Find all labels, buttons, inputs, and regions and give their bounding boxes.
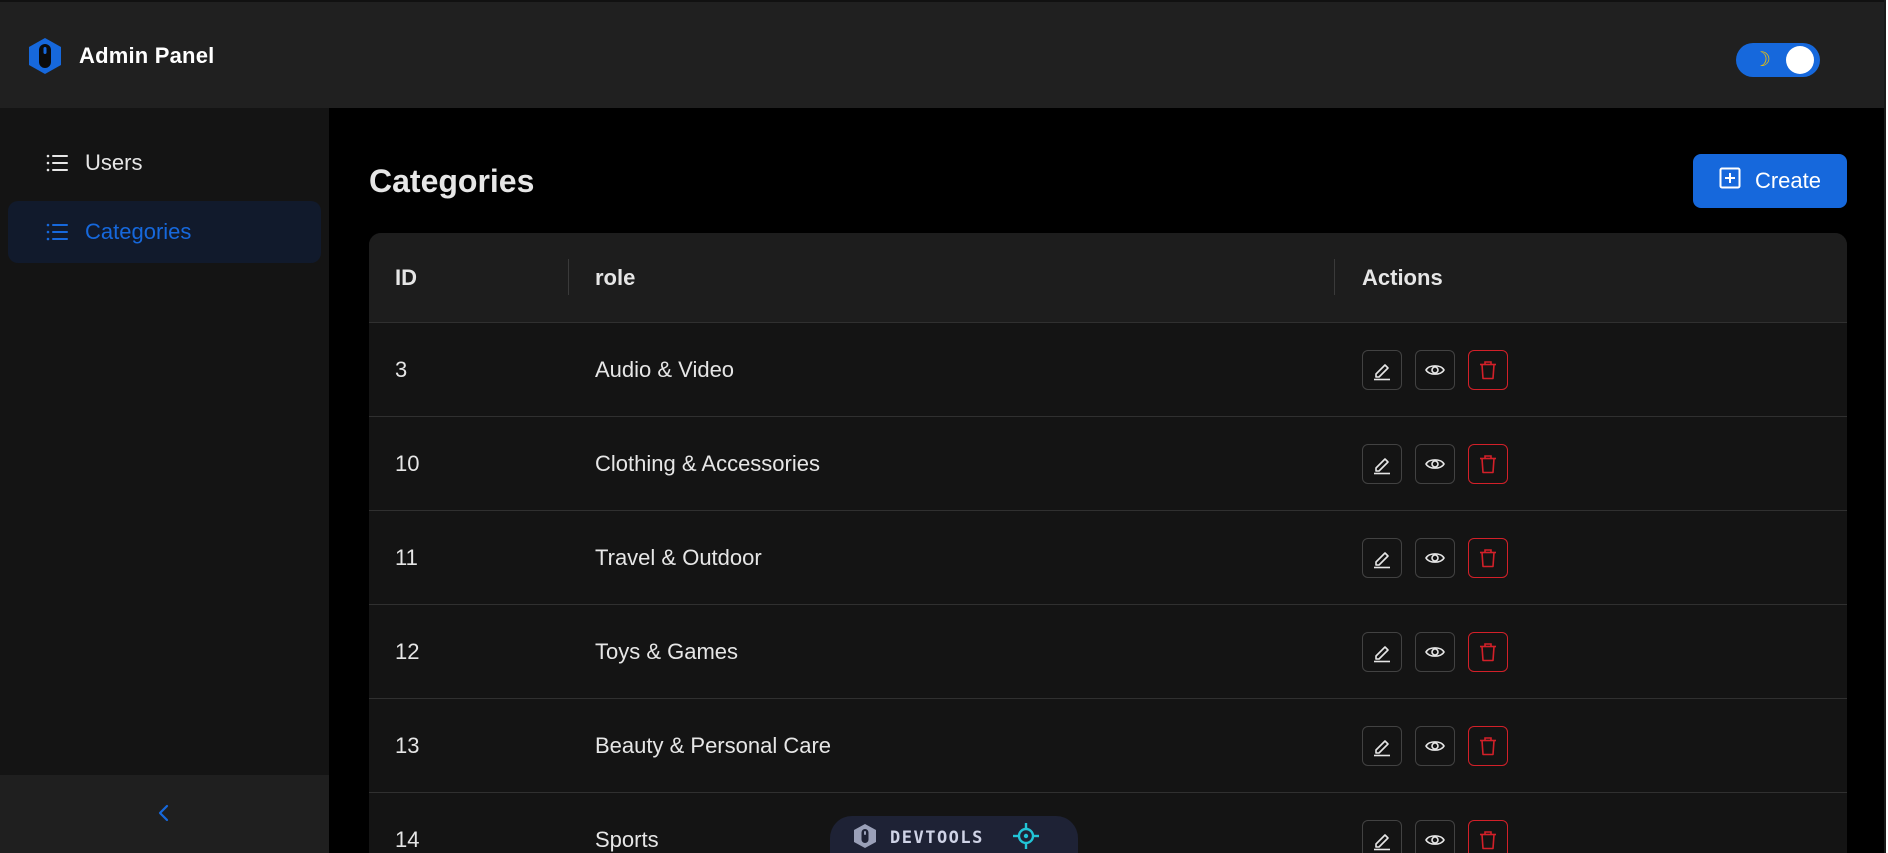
view-button[interactable] [1415, 538, 1455, 578]
edit-icon [1374, 646, 1390, 663]
delete-button[interactable] [1468, 538, 1508, 578]
table-row: 12 Toys & Games [369, 605, 1847, 699]
list-icon [46, 222, 68, 247]
column-divider [568, 259, 569, 295]
chevron-left-icon[interactable] [152, 801, 176, 825]
cell-name: Audio & Video [595, 357, 735, 382]
logo-icon [25, 36, 65, 76]
brand[interactable]: Admin Panel [25, 36, 214, 76]
sidebar-item-label: Users [85, 150, 143, 175]
crosshair-icon[interactable] [1012, 822, 1040, 853]
table-row: 13 Beauty & Personal Care [369, 699, 1847, 793]
edit-icon [1374, 458, 1390, 475]
eye-icon [1425, 553, 1445, 563]
eye-icon [1425, 365, 1445, 375]
cell-id: 3 [395, 357, 408, 382]
edit-icon [1374, 552, 1390, 569]
delete-button[interactable] [1468, 350, 1508, 390]
cell-id: 13 [395, 733, 420, 758]
sidebar-footer [0, 775, 329, 853]
table-header: ID role Actions [369, 233, 1847, 323]
cell-id: 14 [395, 827, 420, 852]
cell-name: Travel & Outdoor [595, 545, 762, 570]
table-row: 3 Audio & Video [369, 323, 1847, 417]
edit-icon [1374, 364, 1390, 381]
delete-button[interactable] [1468, 444, 1508, 484]
cell-name: Sports [595, 827, 659, 852]
view-button[interactable] [1415, 726, 1455, 766]
cell-id: 10 [395, 451, 420, 476]
view-button[interactable] [1415, 350, 1455, 390]
edit-icon [1374, 834, 1390, 851]
view-button[interactable] [1415, 820, 1455, 853]
column-divider [1334, 259, 1335, 295]
eye-icon [1425, 835, 1445, 845]
app-title: Admin Panel [79, 43, 215, 68]
sidebar-item-label: Categories [85, 219, 192, 244]
trash-icon [1480, 455, 1496, 474]
list-icon [46, 153, 68, 178]
trash-icon [1480, 643, 1496, 662]
theme-toggle[interactable]: ☽ [1736, 43, 1820, 77]
page-title: Categories [369, 163, 535, 199]
view-button[interactable] [1415, 632, 1455, 672]
app-window: Admin Panel ☽ Users Categories Categorie… [0, 0, 1886, 853]
eye-icon [1425, 459, 1445, 469]
delete-button[interactable] [1468, 726, 1508, 766]
view-button[interactable] [1415, 444, 1455, 484]
toggle-knob [1786, 46, 1814, 74]
edit-button[interactable] [1362, 632, 1402, 672]
devtools-toggle[interactable]: DEVTOOLS [830, 816, 1078, 853]
table-row: 11 Travel & Outdoor [369, 511, 1847, 605]
create-button[interactable]: Create [1693, 154, 1847, 208]
column-header-actions: Actions [1362, 265, 1443, 290]
eye-icon [1425, 741, 1445, 751]
cell-name: Clothing & Accessories [595, 451, 820, 476]
trash-icon [1480, 831, 1496, 850]
table-row: 14 Sports [369, 793, 1847, 853]
edit-button[interactable] [1362, 820, 1402, 853]
cell-name: Beauty & Personal Care [595, 733, 832, 758]
sidebar: Users Categories [0, 108, 329, 853]
edit-button[interactable] [1362, 350, 1402, 390]
cell-id: 12 [395, 639, 420, 664]
column-header-role[interactable]: role [595, 265, 635, 291]
cell-name: Toys & Games [595, 639, 739, 664]
edit-button[interactable] [1362, 726, 1402, 766]
devtools-logo-icon [852, 823, 878, 853]
edit-icon [1374, 740, 1390, 757]
table-row: 10 Clothing & Accessories [369, 417, 1847, 511]
create-button-label: Create [1754, 168, 1822, 193]
edit-button[interactable] [1362, 538, 1402, 578]
sidebar-item-users[interactable]: Users [8, 132, 321, 194]
delete-button[interactable] [1468, 820, 1508, 853]
eye-icon [1425, 647, 1445, 657]
column-header-id[interactable]: ID [395, 265, 417, 291]
trash-icon [1480, 549, 1496, 568]
categories-table: ID role Actions 3 Audio & Video 10 Cloth… [369, 233, 1847, 853]
plus-square-icon [1719, 167, 1741, 195]
trash-icon [1480, 361, 1496, 380]
delete-button[interactable] [1468, 632, 1508, 672]
moon-icon: ☽ [1753, 49, 1771, 71]
edit-button[interactable] [1362, 444, 1402, 484]
main-content: Categories Create ID role Actions 3 Audi… [329, 108, 1884, 853]
app-root: Admin Panel ☽ Users Categories Categorie… [0, 0, 1888, 853]
trash-icon [1480, 737, 1496, 756]
cell-id: 11 [395, 545, 418, 570]
sidebar-item-categories[interactable]: Categories [8, 201, 321, 263]
devtools-label: DEVTOOLS [890, 828, 984, 848]
top-header: Admin Panel ☽ [0, 0, 1884, 108]
